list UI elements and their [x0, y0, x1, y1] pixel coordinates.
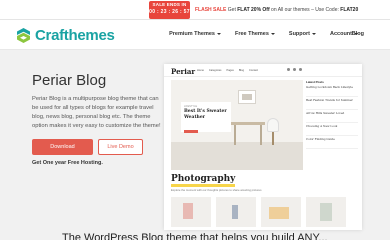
sale-countdown-badge: SALE ENDS IN 00 : 23 : 26 : 57 — [149, 1, 190, 19]
preview-thumbnail — [216, 197, 256, 227]
preview-nav-item: Blog — [238, 69, 245, 72]
preview-post-title: Getting Lockdown Back Lifestyle — [306, 85, 353, 89]
preview-nav-item: Contact — [249, 69, 258, 72]
free-hosting-link[interactable]: Get One year Free Hosting. — [32, 160, 103, 166]
promo-code: FLAT20 — [340, 7, 359, 13]
nav-label: Account — [330, 31, 352, 37]
preview-nav: Home Categories Pages Blog Contact — [197, 69, 263, 72]
preview-hero-photo: LIFESTYLE Best It's Sweater Weather — [171, 80, 303, 170]
preview-thumbnail — [306, 197, 346, 227]
preview-post-title: Best Fashion Trends for Summer — [306, 98, 353, 102]
preview-sidebar-post: Arrow Hills Sweater Loved — [306, 111, 358, 123]
preview-card-category: LIFESTYLE — [184, 105, 198, 108]
nav-support[interactable]: Support — [289, 31, 316, 37]
site-logo[interactable]: Crafthemes — [15, 26, 115, 44]
preview-sidebar: Latest Posts Getting Lockdown Back Lifes… — [306, 80, 358, 151]
preview-nav-item: Home — [197, 69, 204, 72]
preview-nav-item: Pages — [226, 69, 234, 72]
flash-sale-label: FLASH SALE — [195, 7, 227, 13]
nav-blog[interactable]: Blog — [352, 31, 364, 37]
site-header: Crafthemes Premium Themes Free Themes Su… — [0, 20, 390, 50]
preview-thumbnails — [171, 197, 357, 227]
chevron-down-icon — [312, 33, 316, 35]
nav-label: Support — [288, 31, 310, 37]
theme-description: Periar Blog is a multipurpose blog theme… — [32, 96, 161, 129]
preview-sidebar-title: Latest Posts — [306, 80, 324, 84]
preview-logo: Periar — [171, 67, 196, 76]
preview-post-title: Arrow Hills Sweater Loved — [306, 111, 345, 115]
preview-featured-card: LIFESTYLE Best It's Sweater Weather — [181, 102, 231, 133]
promo-get: Get — [227, 7, 236, 13]
nav-label: Premium Themes — [169, 31, 215, 37]
logo-text: Crafthemes — [35, 26, 115, 44]
preview-section-subtitle: Explore the moment with our thoughts pic… — [171, 188, 262, 192]
nav-label: Free Themes — [234, 31, 269, 37]
chevron-down-icon — [270, 33, 275, 35]
chevron-down-icon — [216, 33, 221, 35]
sale-ends-label: SALE ENDS IN — [152, 2, 187, 7]
preview-thumbnail — [261, 197, 301, 227]
preview-sidebar-post: Getting Lockdown Back Lifestyle — [306, 85, 358, 97]
live-demo-button[interactable]: Live Demo — [98, 139, 143, 155]
preview-header: Periar Home Categories Pages Blog Contac… — [164, 64, 362, 77]
preview-nav-item: Categories — [208, 69, 222, 72]
nav-premium-themes[interactable]: Premium Themes — [169, 31, 221, 37]
preview-post-title: Choosing A New Look — [306, 124, 338, 128]
main-nav: Premium Themes Free Themes Support Accou… — [155, 31, 358, 37]
download-button[interactable]: Download — [32, 139, 93, 155]
promo-discount: FLAT 20% Off — [237, 7, 270, 13]
crafthemes-logo-icon — [15, 27, 32, 44]
preview-card-title: Best It's Sweater Weather — [184, 109, 227, 120]
promo-text: FLASH SALE Get FLAT 20% Off on All our t… — [195, 6, 358, 14]
preview-sidebar-post: Color Finding Guide — [306, 137, 358, 149]
preview-thumbnail — [171, 197, 211, 227]
countdown-timer: 00 : 23 : 26 : 57 — [149, 9, 190, 15]
theme-preview-image: Periar Home Categories Pages Blog Contac… — [164, 64, 362, 230]
preview-sidebar-post: Choosing A New Look — [306, 124, 358, 136]
section-heading: The WordPress Blog theme that helps you … — [62, 232, 328, 240]
page-title: Periar Blog — [32, 72, 107, 89]
promo-bar: SALE ENDS IN 00 : 23 : 26 : 57 FLASH SAL… — [0, 0, 390, 20]
preview-section-title: Photography — [171, 174, 236, 187]
preview-post-title: Color Finding Guide — [306, 137, 335, 141]
preview-card-tag — [184, 130, 198, 133]
promo-all: on All our themes – Use Code: — [271, 7, 339, 13]
nav-free-themes[interactable]: Free Themes — [235, 31, 275, 37]
preview-sidebar-post: Best Fashion Trends for Summer — [306, 98, 358, 110]
preview-social-icons — [287, 68, 302, 71]
